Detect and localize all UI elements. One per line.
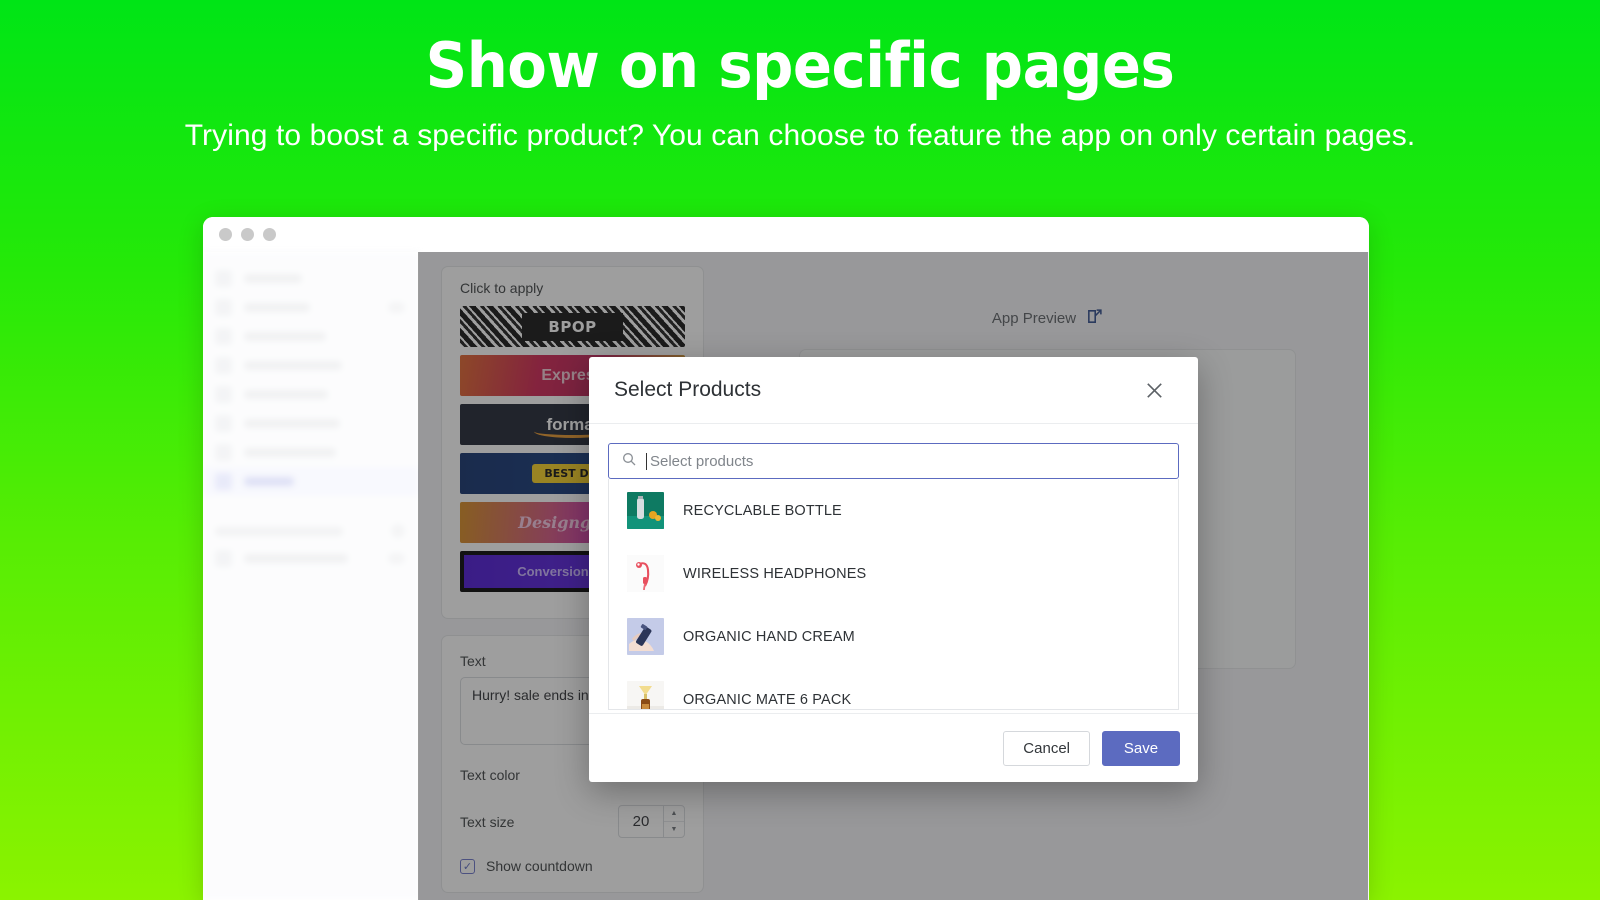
cancel-button[interactable]: Cancel — [1003, 730, 1090, 766]
product-thumbnail — [627, 492, 664, 529]
modal-title: Select Products — [614, 378, 762, 401]
list-item[interactable]: ORGANIC HAND CREAM — [609, 605, 1178, 668]
modal-header: Select Products — [589, 357, 1198, 424]
list-item[interactable]: WIRELESS HEADPHONES — [609, 542, 1178, 605]
window-titlebar — [203, 217, 1369, 252]
product-thumbnail — [627, 555, 664, 592]
product-list[interactable]: RECYCLABLE BOTTLE WIRELESS HEADPHONES OR… — [608, 479, 1179, 710]
product-thumbnail — [627, 681, 664, 709]
search-icon — [621, 451, 637, 472]
search-input[interactable]: Select products — [608, 443, 1179, 479]
save-button[interactable]: Save — [1102, 730, 1180, 766]
close-icon[interactable] — [1141, 377, 1167, 403]
list-item[interactable]: RECYCLABLE BOTTLE — [609, 479, 1178, 542]
page-subtitle: Trying to boost a specific product? You … — [184, 119, 1416, 153]
hero-banner: Show on specific pages Trying to boost a… — [0, 0, 1600, 153]
product-thumbnail — [627, 618, 664, 655]
search-placeholder: Select products — [650, 452, 754, 470]
product-name: ORGANIC MATE 6 PACK — [683, 691, 852, 708]
text-caret — [646, 452, 647, 470]
modal-footer: Cancel Save — [589, 713, 1198, 782]
window-zoom-dot[interactable] — [263, 228, 276, 241]
modal-body: Select products RECYCLABLE BOTTLE WIRELE… — [589, 424, 1198, 713]
list-item[interactable]: ORGANIC MATE 6 PACK — [609, 668, 1178, 709]
sidebar-dim-overlay — [203, 252, 418, 900]
page-title: Show on specific pages — [425, 29, 1175, 102]
window-close-dot[interactable] — [219, 228, 232, 241]
select-products-modal: Select Products Select products RECYCLAB… — [589, 357, 1198, 782]
product-name: ORGANIC HAND CREAM — [683, 628, 855, 645]
product-name: WIRELESS HEADPHONES — [683, 565, 867, 582]
window-minimize-dot[interactable] — [241, 228, 254, 241]
product-name: RECYCLABLE BOTTLE — [683, 502, 842, 519]
